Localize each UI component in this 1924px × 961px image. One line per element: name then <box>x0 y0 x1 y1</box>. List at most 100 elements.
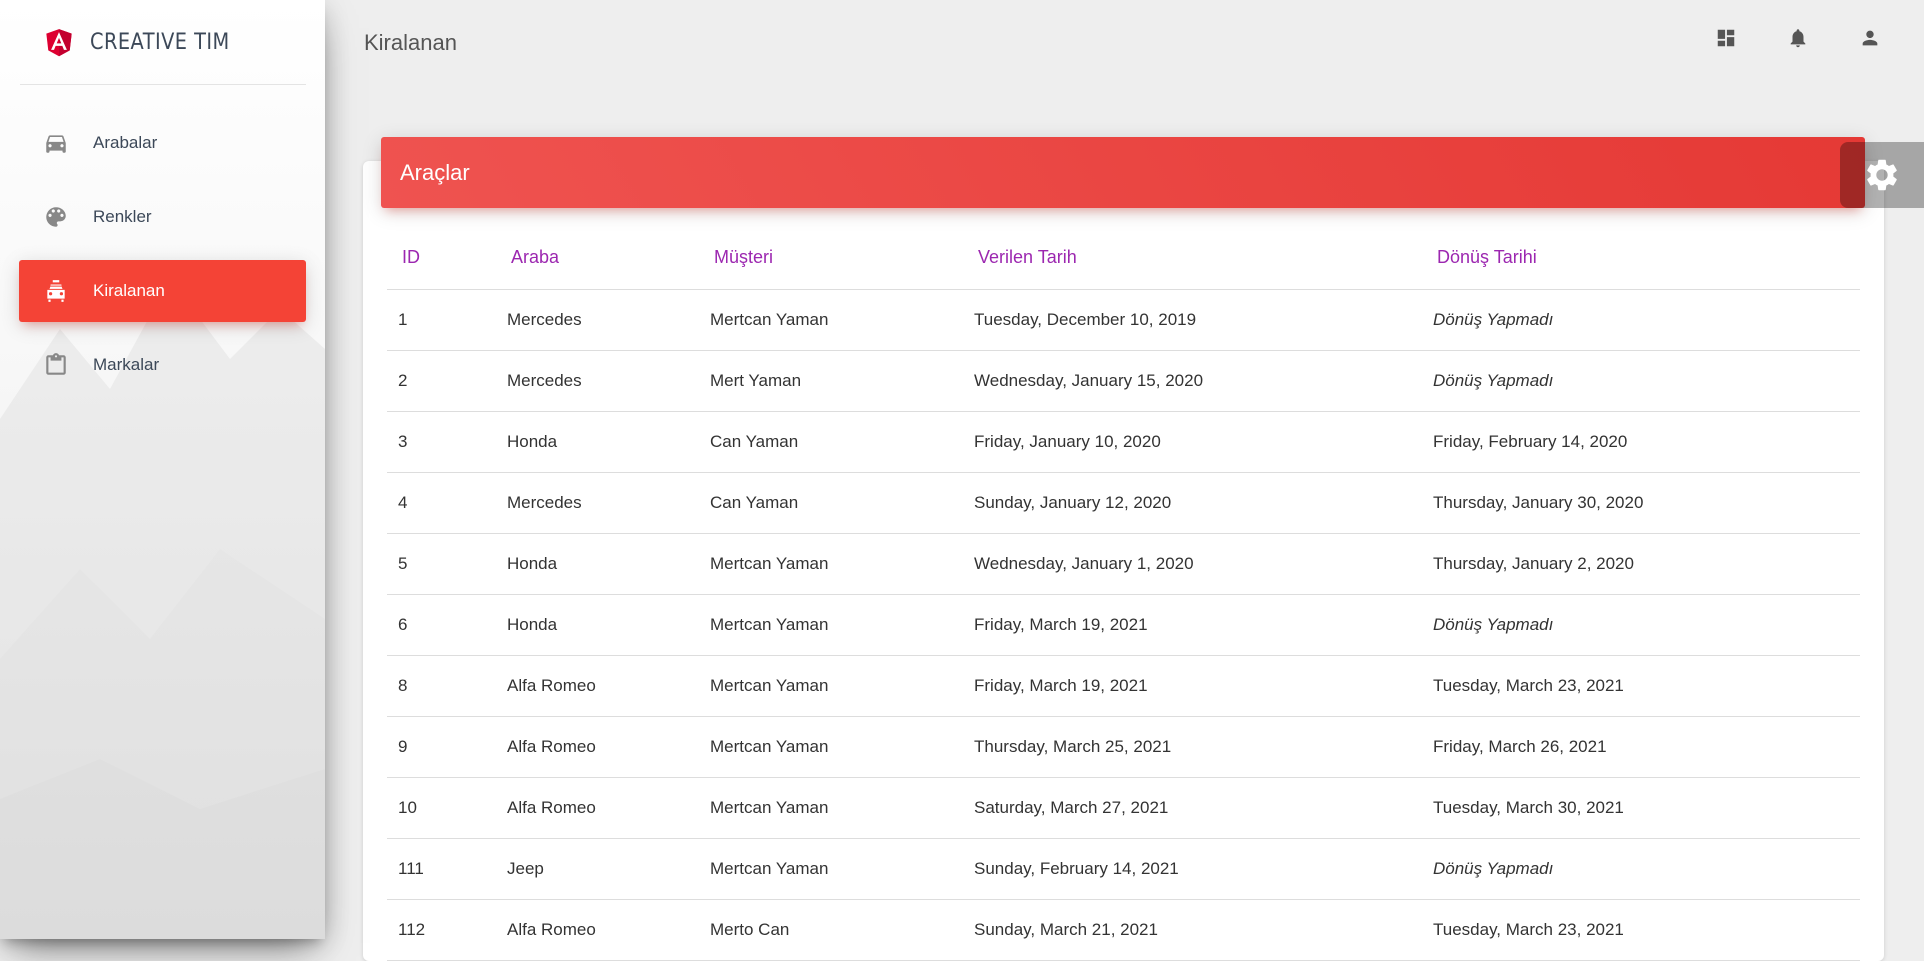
notifications-icon[interactable] <box>1786 26 1810 50</box>
table-cell: Jeep <box>496 838 699 900</box>
table-row[interactable]: 10 Alfa Romeo Mertcan Yaman Saturday, March… <box>387 777 1860 839</box>
angular-logo-icon <box>46 29 72 57</box>
table-cell: Sunday, February 14, 2021 <box>963 838 1422 900</box>
person-icon[interactable] <box>1858 26 1882 50</box>
table-cell: 112 <box>387 899 496 961</box>
table-cell: Mertcan Yaman <box>699 289 963 351</box>
table-cell: Mercedes <box>496 472 699 534</box>
table-row[interactable]: 112 Alfa Romeo Merto Can Sunday, March 21, … <box>387 899 1860 961</box>
table-cell: Alfa Romeo <box>496 655 699 717</box>
sidebar-item-label: Kiralanan <box>93 281 165 300</box>
car-icon <box>41 128 71 158</box>
table-cell: Alfa Romeo <box>496 777 699 839</box>
table-cell: Friday, January 10, 2020 <box>963 411 1422 473</box>
sidebar: CREATIVE TIM Arabalar Renkler Kiralanan … <box>0 0 325 939</box>
table-cell: 2 <box>387 350 496 412</box>
table-cell: 1 <box>387 289 496 351</box>
top-navbar: Kiralanan <box>325 0 1924 85</box>
table-cell: Tuesday, March 23, 2021 <box>1422 655 1860 717</box>
page-title: Kiralanan <box>364 29 457 55</box>
table-cell: Sunday, January 12, 2020 <box>963 472 1422 534</box>
brand-name: CREATIVE TIM <box>90 29 230 55</box>
palette-icon <box>41 202 71 232</box>
table-cell: Mertcan Yaman <box>699 777 963 839</box>
table-cell: 10 <box>387 777 496 839</box>
card-header: Araçlar <box>381 137 1865 208</box>
table-cell: 4 <box>387 472 496 534</box>
sidebar-item-markalar[interactable]: Markalar <box>19 334 306 396</box>
table-row[interactable]: 111 Jeep Mertcan Yaman Sunday, February 14,… <box>387 838 1860 900</box>
table-cell: Thursday, January 2, 2020 <box>1422 533 1860 595</box>
table-cell: Alfa Romeo <box>496 716 699 778</box>
table-cell: Tuesday, March 30, 2021 <box>1422 777 1860 839</box>
table-cell: 9 <box>387 716 496 778</box>
table-row[interactable]: 3 Honda Can Yaman Friday, January 10, 2020 F… <box>387 411 1860 473</box>
table-cell: Can Yaman <box>699 472 963 534</box>
table-cell: Can Yaman <box>699 411 963 473</box>
table-cell: 3 <box>387 411 496 473</box>
table-cell: Honda <box>496 594 699 656</box>
brand-logo[interactable]: CREATIVE TIM <box>20 0 306 85</box>
table-cell: Friday, March 19, 2021 <box>963 655 1422 717</box>
sidebar-item-label: Arabalar <box>93 133 158 152</box>
table-cell: Tuesday, December 10, 2019 <box>963 289 1422 351</box>
table-cell: Honda <box>496 533 699 595</box>
sidebar-item-renkler[interactable]: Renkler <box>19 186 306 248</box>
table-row[interactable]: 1 Mercedes Mertcan Yaman Tuesday, December … <box>387 289 1860 351</box>
table-cell: Thursday, January 30, 2020 <box>1422 472 1860 534</box>
table-cell: Mertcan Yaman <box>699 594 963 656</box>
table-header-row: ID Araba Müşteri Verilen Tarih Dönüş Tar… <box>387 227 1860 290</box>
table-row[interactable]: 2 Mercedes Mert Yaman Wednesday, January 15… <box>387 350 1860 412</box>
table-cell: Wednesday, January 15, 2020 <box>963 350 1422 412</box>
table-cell: Friday, February 14, 2020 <box>1422 411 1860 473</box>
table-cell: 8 <box>387 655 496 717</box>
table-cell: Saturday, March 27, 2021 <box>963 777 1422 839</box>
column-header-araba[interactable]: Araba <box>496 227 699 290</box>
car-rental-icon <box>41 276 71 306</box>
table-cell: 111 <box>387 838 496 900</box>
sidebar-item-label: Renkler <box>93 207 152 226</box>
table-cell: Mercedes <box>496 289 699 351</box>
table-cell: Sunday, March 21, 2021 <box>963 899 1422 961</box>
table-cell: Dönüş Yapmadı <box>1422 350 1860 412</box>
table-cell: 6 <box>387 594 496 656</box>
column-header-donus-tarihi[interactable]: Dönüş Tarihi <box>1422 227 1860 290</box>
table-cell: Friday, March 26, 2021 <box>1422 716 1860 778</box>
table-cell: Mertcan Yaman <box>699 716 963 778</box>
table-row[interactable]: 4 Mercedes Can Yaman Sunday, January 12, 20… <box>387 472 1860 534</box>
table-cell: Mertcan Yaman <box>699 838 963 900</box>
navbar-actions <box>1714 26 1882 50</box>
table-cell: Alfa Romeo <box>496 899 699 961</box>
card-title: Araçlar <box>400 159 470 185</box>
table-cell: 5 <box>387 533 496 595</box>
column-header-verilen-tarih[interactable]: Verilen Tarih <box>963 227 1422 290</box>
table-row[interactable]: 9 Alfa Romeo Mertcan Yaman Thursday, March … <box>387 716 1860 778</box>
sidebar-item-label: Markalar <box>93 355 160 374</box>
table-cell: Dönüş Yapmadı <box>1422 289 1860 351</box>
gear-icon <box>1867 159 1897 191</box>
settings-button[interactable] <box>1840 142 1924 208</box>
table-row[interactable]: 8 Alfa Romeo Mertcan Yaman Friday, March 19… <box>387 655 1860 717</box>
column-header-musteri[interactable]: Müşteri <box>699 227 963 290</box>
table-cell: Merto Can <box>699 899 963 961</box>
table-row[interactable]: 5 Honda Mertcan Yaman Wednesday, January 1,… <box>387 533 1860 595</box>
sidebar-nav: Arabalar Renkler Kiralanan Markalar <box>19 112 306 408</box>
sidebar-item-arabalar[interactable]: Arabalar <box>19 112 306 174</box>
table-cell: Wednesday, January 1, 2020 <box>963 533 1422 595</box>
rentals-table: ID Araba Müşteri Verilen Tarih Dönüş Tar… <box>387 227 1860 961</box>
column-header-id[interactable]: ID <box>387 227 496 290</box>
table-cell: Friday, March 19, 2021 <box>963 594 1422 656</box>
table-cell: Dönüş Yapmadı <box>1422 838 1860 900</box>
table-cell: Mertcan Yaman <box>699 655 963 717</box>
table-cell: Honda <box>496 411 699 473</box>
table-cell: Mertcan Yaman <box>699 533 963 595</box>
table-row[interactable]: 6 Honda Mertcan Yaman Friday, March 19, 202… <box>387 594 1860 656</box>
table-cell: Thursday, March 25, 2021 <box>963 716 1422 778</box>
table-cell: Mercedes <box>496 350 699 412</box>
clipboard-icon <box>41 350 71 380</box>
table-cell: Tuesday, March 23, 2021 <box>1422 899 1860 961</box>
table-cell: Dönüş Yapmadı <box>1422 594 1860 656</box>
sidebar-item-kiralanan[interactable]: Kiralanan <box>19 260 306 322</box>
dashboard-icon[interactable] <box>1714 26 1738 50</box>
table-cell: Mert Yaman <box>699 350 963 412</box>
